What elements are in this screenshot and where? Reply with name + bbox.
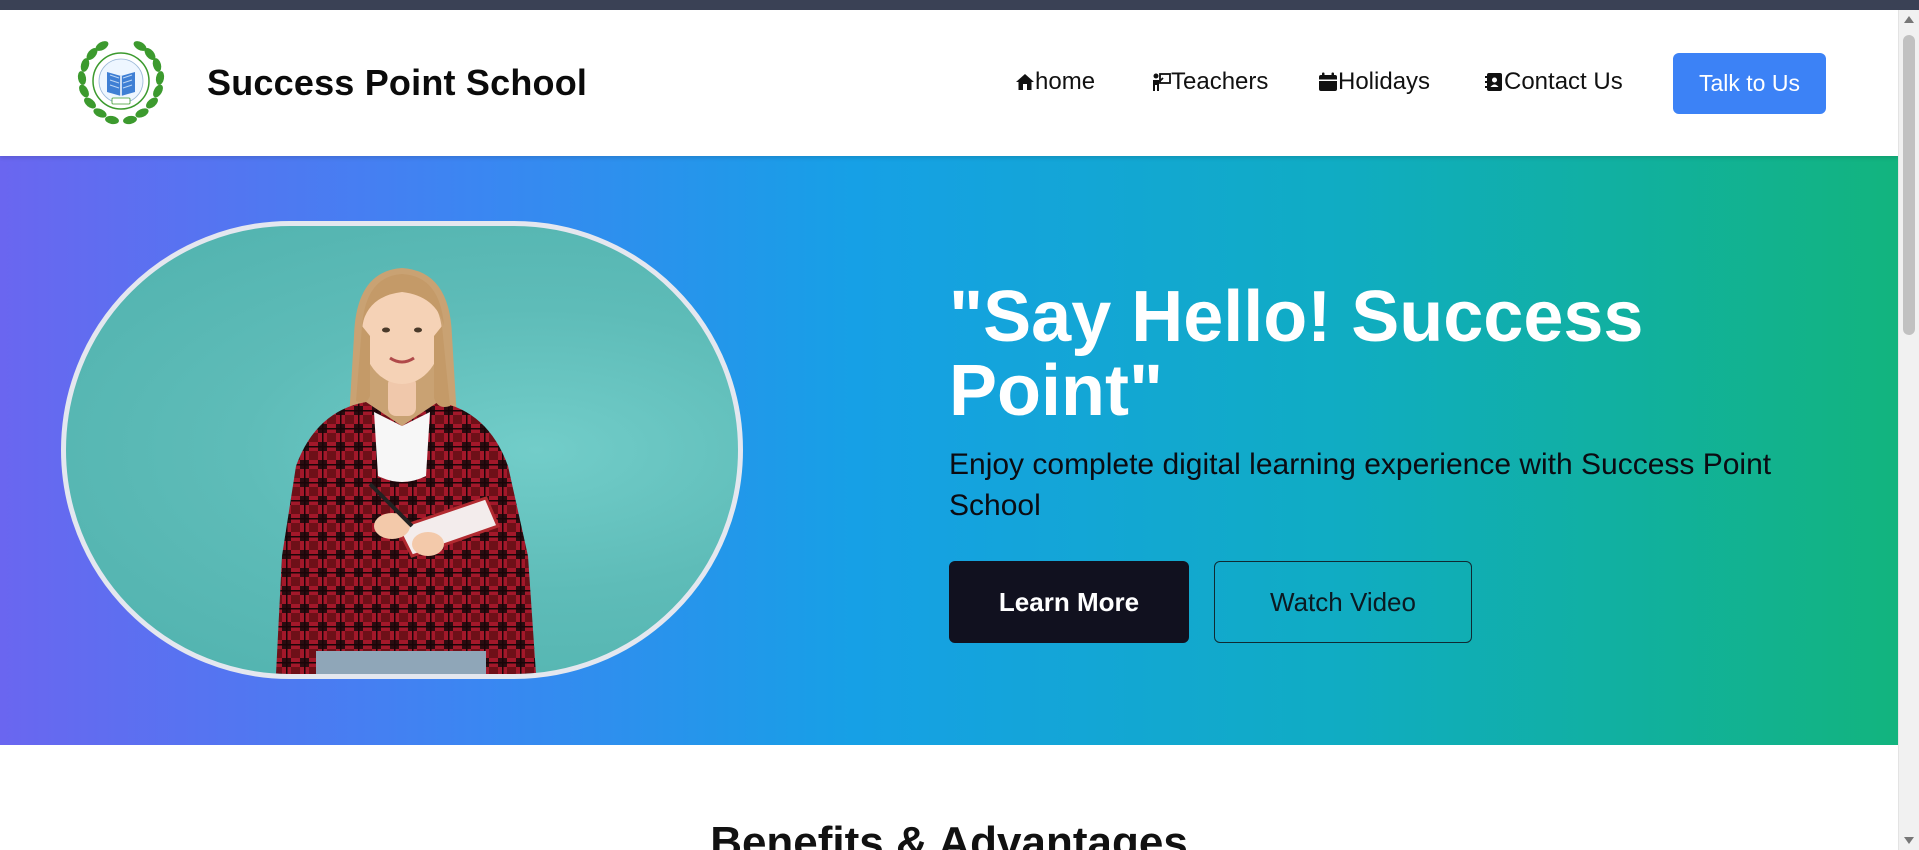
calendar-icon — [1318, 72, 1338, 92]
nav-label-holidays[interactable]: Holidays — [1338, 68, 1430, 96]
scroll-up-icon[interactable] — [1904, 16, 1914, 23]
browser-top-strip — [0, 0, 1919, 10]
nav-item-home[interactable]: home — [1015, 58, 1095, 106]
nav-item-holidays[interactable]: Holidays — [1318, 58, 1430, 106]
page-viewport: Success Point School home Teachers Holid… — [0, 10, 1898, 850]
site-header: Success Point School home Teachers Holid… — [0, 10, 1898, 156]
watch-video-button[interactable]: Watch Video — [1214, 561, 1472, 643]
page: Success Point School home Teachers Holid… — [0, 0, 1919, 850]
brand-name[interactable]: Success Point School — [207, 62, 587, 104]
home-icon — [1015, 72, 1035, 92]
school-logo — [77, 39, 165, 127]
nav-item-teachers[interactable]: Teachers — [1151, 58, 1268, 106]
hero-title: "Say Hello! Success Point" — [949, 277, 1644, 431]
student-photo — [276, 268, 536, 674]
contact-book-icon — [1484, 72, 1504, 92]
learn-more-button[interactable]: Learn More — [949, 561, 1189, 643]
nav-label-contact[interactable]: Contact Us — [1504, 68, 1623, 96]
talk-to-us-button[interactable]: Talk to Us — [1673, 53, 1826, 114]
benefits-section-title: Benefits & Advantages — [710, 818, 1188, 850]
nav-item-contact[interactable]: Contact Us — [1484, 58, 1623, 106]
nav-label-home[interactable]: home — [1035, 68, 1095, 96]
nav-label-teachers[interactable]: Teachers — [1171, 68, 1268, 96]
scrollbar-thumb[interactable] — [1903, 35, 1915, 335]
page-scrollbar[interactable] — [1898, 10, 1919, 850]
teacher-icon — [1151, 72, 1171, 92]
scroll-down-icon[interactable] — [1904, 837, 1914, 844]
hero-subtitle: Enjoy complete digital learning experien… — [949, 448, 1772, 522]
hero-section: "Say Hello! Success Point" Enjoy complet… — [0, 156, 1898, 745]
hero-image-frame — [61, 221, 743, 679]
